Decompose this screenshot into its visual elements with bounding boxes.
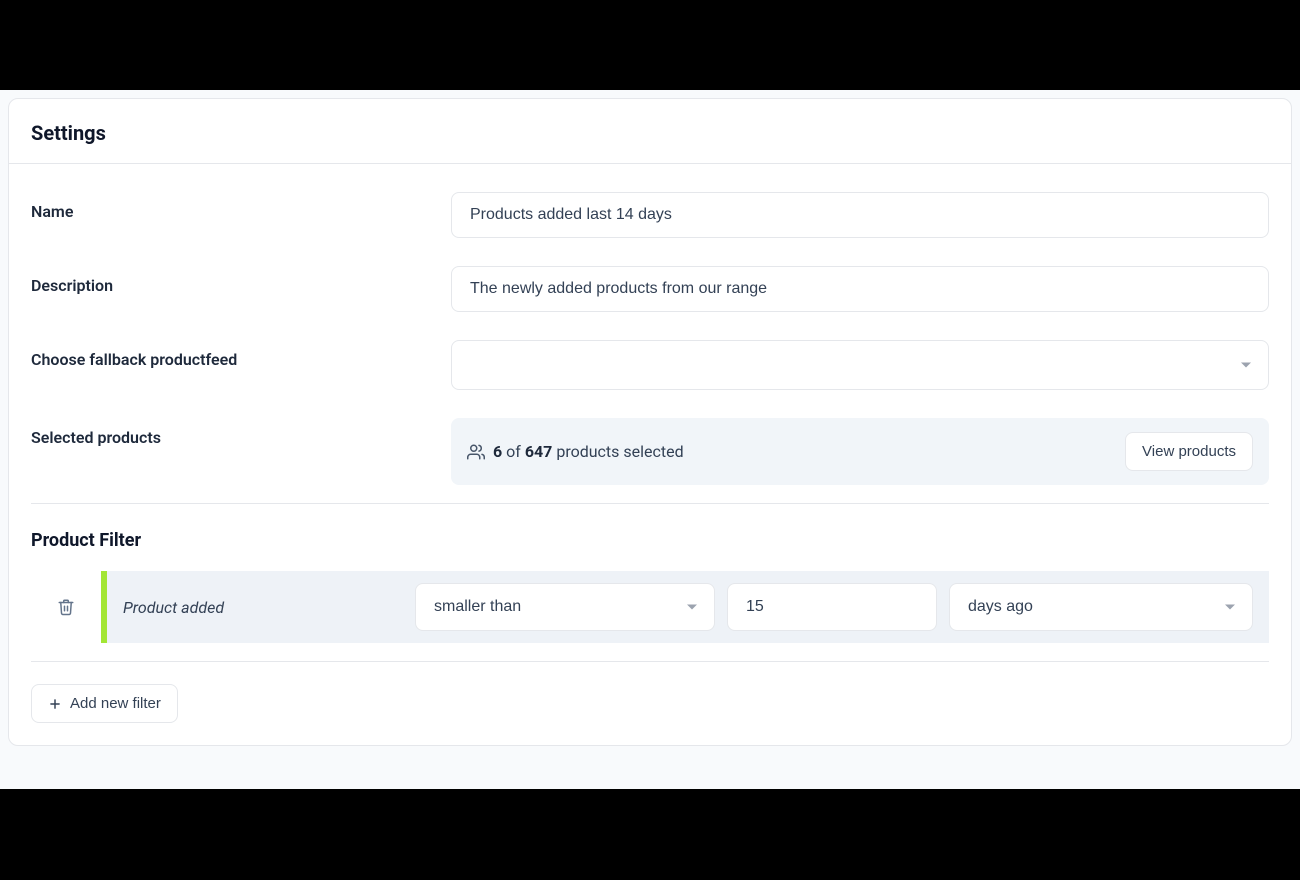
add-filter-label: Add new filter (70, 695, 161, 712)
of-text: of (502, 442, 525, 461)
product-filter-title: Product Filter (31, 530, 1269, 551)
fallback-select[interactable] (451, 340, 1269, 390)
description-input[interactable] (451, 266, 1269, 312)
filter-body: Product added (107, 571, 1269, 643)
description-label: Description (31, 266, 451, 295)
name-label: Name (31, 192, 451, 221)
add-filter-button[interactable]: Add new filter (31, 684, 178, 723)
divider (31, 661, 1269, 662)
trash-icon (57, 598, 75, 616)
name-row: Name (31, 192, 1269, 238)
card-title: Settings (31, 121, 1269, 145)
selected-products-row: Selected products 6 of 647 products sele… (31, 418, 1269, 485)
selected-suffix: products selected (552, 442, 683, 461)
selected-products-label: Selected products (31, 418, 451, 447)
filter-operator-select[interactable] (415, 583, 715, 631)
plus-icon (48, 697, 62, 711)
selected-products-panel: 6 of 647 products selected View products (451, 418, 1269, 485)
view-products-button[interactable]: View products (1125, 432, 1253, 471)
filter-unit-select[interactable] (949, 583, 1253, 631)
users-icon (467, 443, 485, 461)
settings-card: Settings Name Description Choose fallbac… (8, 98, 1292, 746)
fallback-row: Choose fallback productfeed (31, 340, 1269, 390)
divider (31, 503, 1269, 504)
filter-value-input[interactable] (727, 583, 937, 631)
filter-row: Product added (31, 571, 1269, 643)
description-row: Description (31, 266, 1269, 312)
fallback-label: Choose fallback productfeed (31, 340, 451, 369)
filter-field-label: Product added (123, 598, 403, 617)
name-input[interactable] (451, 192, 1269, 238)
delete-filter-button[interactable] (31, 571, 101, 643)
selected-count: 6 (493, 442, 502, 461)
selected-products-text: 6 of 647 products selected (467, 442, 684, 461)
total-count: 647 (525, 442, 553, 461)
card-header: Settings (9, 99, 1291, 164)
